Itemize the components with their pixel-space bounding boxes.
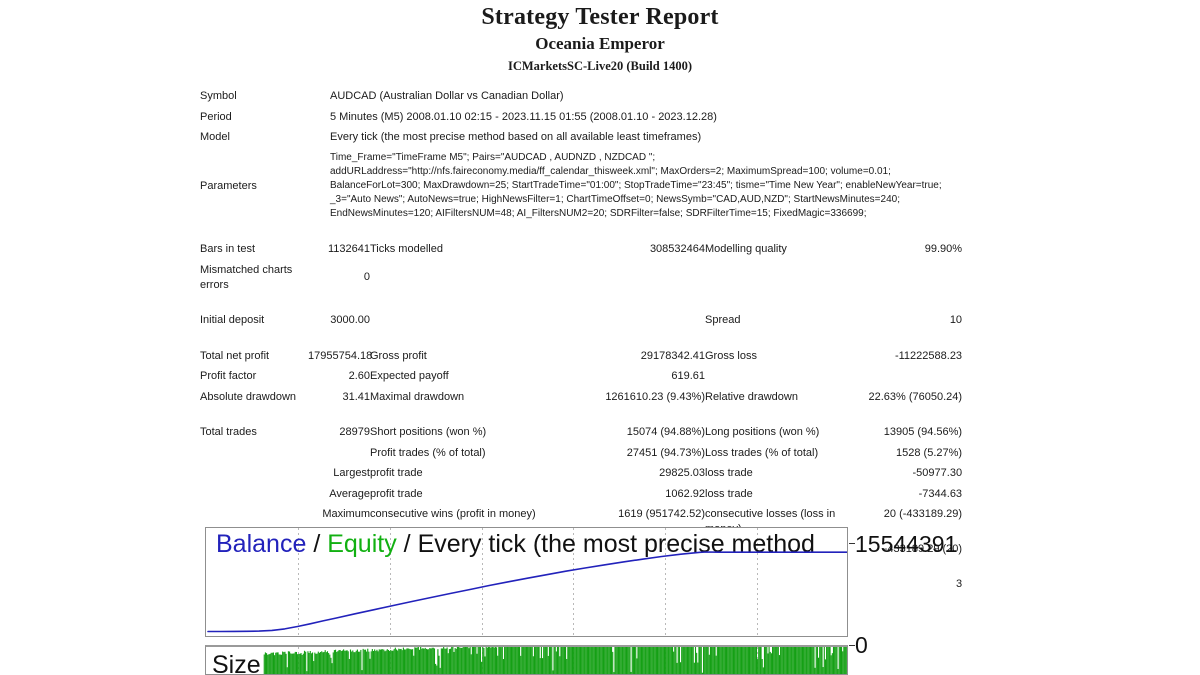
average-profit-label: profit trade (370, 487, 423, 500)
loss-trades-label: Loss trades (% of total) (705, 446, 819, 459)
long-positions-label: Long positions (won %) (705, 426, 820, 439)
largest-loss-label: loss trade (705, 467, 753, 480)
table-row-period: Period 5 Minutes (M5) 2008.01.10 02:15 -… (200, 107, 962, 128)
average-profit-value: 1062.92 (665, 487, 705, 500)
spread-label: Spread (705, 314, 741, 327)
table-row-largest: Largest profit trade 29825.03 loss trade… (200, 463, 962, 484)
largest-profit-value: 29825.03 (659, 467, 705, 480)
spread-value: 10 (949, 314, 963, 327)
parameters-label: Parameters (200, 179, 257, 192)
table-row-absolute-drawdown: Absolute drawdown 31.41 Maximal drawdown… (200, 387, 962, 408)
balance-curve (207, 551, 847, 633)
balance-equity-chart: Balance / Equity / Every tick (the most … (205, 527, 848, 637)
model-label: Model (200, 131, 230, 144)
table-row-initial-deposit: Initial deposit 3000.00 Spread 10 (200, 310, 962, 331)
gross-profit-value: 29178342.41 (640, 349, 705, 362)
short-positions-value: 15074 (94.88%) (626, 426, 705, 439)
profit-factor-value: 2.60 (348, 370, 370, 383)
period-label: Period (200, 110, 232, 123)
avg-cons-losses-value: 3 (955, 578, 963, 591)
largest-profit-label: profit trade (370, 467, 423, 480)
relative-drawdown-label: Relative drawdown (705, 390, 798, 403)
expected-payoff-label: Expected payoff (370, 370, 449, 383)
mismatched-charts-errors-value: 0 (363, 271, 370, 284)
table-row-average: Average profit trade 1062.92 loss trade … (200, 484, 962, 505)
symbol-value: AUDCAD (Australian Dollar vs Canadian Do… (330, 90, 564, 102)
bars-in-test-label: Bars in test (200, 243, 256, 256)
table-row-profit-trades: Profit trades (% of total) 27451 (94.73%… (200, 443, 962, 464)
average-loss-value: -7344.63 (918, 487, 963, 500)
table-row-profit-factor: Profit factor 2.60 Expected payoff 619.6… (200, 366, 962, 387)
profit-trades-label: Profit trades (% of total) (370, 446, 486, 459)
y-axis-max-label: 15544391 (855, 531, 958, 557)
modelling-quality-label: Modelling quality (705, 243, 787, 256)
ticks-modelled-value: 308532464 (649, 243, 705, 256)
average-label: Average (329, 487, 370, 500)
largest-label: Largest (333, 467, 370, 480)
y-axis-min-label: 0 (855, 632, 868, 658)
report-header: Strategy Tester Report Oceania Emperor I… (0, 0, 1200, 74)
loss-trades-value: 1528 (5.27%) (896, 446, 963, 459)
symbol-label: Symbol (200, 90, 237, 102)
table-row-bars-in-test: Bars in test 1132641 Ticks modelled 3085… (200, 239, 962, 260)
report-table: Symbol AUDCAD (Australian Dollar vs Cana… (200, 86, 962, 595)
largest-loss-value: -50977.30 (912, 467, 963, 480)
bars-in-test-value: 1132641 (327, 243, 370, 256)
parameters-value: Time_Frame="TimeFrame M5"; Pairs="AUDCAD… (330, 151, 942, 220)
model-value: Every tick (the most precise method base… (330, 131, 702, 144)
profit-factor-label: Profit factor (200, 370, 257, 383)
table-row-symbol: Symbol AUDCAD (Australian Dollar vs Cana… (200, 86, 962, 107)
size-label: Size (212, 651, 261, 675)
ticks-modelled-label: Ticks modelled (370, 243, 443, 256)
maximal-drawdown-label: Maximal drawdown (370, 390, 465, 403)
gross-loss-value: -11222588.23 (894, 349, 963, 362)
table-row-parameters: Parameters Time_Frame="TimeFrame M5"; Pa… (200, 148, 962, 225)
initial-deposit-value: 3000.00 (330, 314, 370, 327)
expected-payoff-value: 619.61 (671, 370, 705, 383)
ea-name: Oceania Emperor (535, 33, 665, 53)
table-row-mismatched-charts-errors: Mismatched charts errors 0 (200, 260, 962, 295)
table-row-total-net-profit: Total net profit 17955754.18 Gross profi… (200, 346, 962, 367)
broker-server-build: ICMarketsSC-Live20 (Build 1400) (507, 58, 693, 73)
total-trades-label: Total trades (200, 426, 257, 439)
short-positions-label: Short positions (won %) (370, 426, 487, 439)
gross-loss-label: Gross loss (705, 349, 757, 362)
absolute-drawdown-value: 31.41 (342, 390, 370, 403)
gross-profit-label: Gross profit (370, 349, 427, 362)
absolute-drawdown-label: Absolute drawdown (200, 390, 297, 403)
mismatched-charts-errors-label: Mismatched charts errors (200, 264, 293, 291)
total-net-profit-value: 17955754.18 (308, 349, 373, 362)
modelling-quality-value: 99.90% (924, 243, 963, 256)
maximal-drawdown-value: 1261610.23 (9.43%) (605, 390, 705, 403)
table-row-model: Model Every tick (the most precise metho… (200, 127, 962, 148)
initial-deposit-label: Initial deposit (200, 314, 265, 327)
relative-drawdown-value: 22.63% (76050.24) (868, 390, 963, 403)
period-value: 5 Minutes (M5) 2008.01.10 02:15 - 2023.1… (330, 110, 717, 123)
long-positions-value: 13905 (94.56%) (883, 426, 963, 439)
average-loss-label: loss trade (705, 487, 753, 500)
profit-trades-value: 27451 (94.73%) (626, 446, 705, 459)
table-row-total-trades: Total trades 28979 Short positions (won … (200, 422, 962, 443)
trade-size-panel: Size (205, 645, 848, 675)
page-title: Strategy Tester Report (481, 4, 719, 30)
volume-bars (263, 647, 847, 674)
total-trades-value: 28979 (339, 426, 370, 439)
total-net-profit-label: Total net profit (200, 349, 270, 362)
